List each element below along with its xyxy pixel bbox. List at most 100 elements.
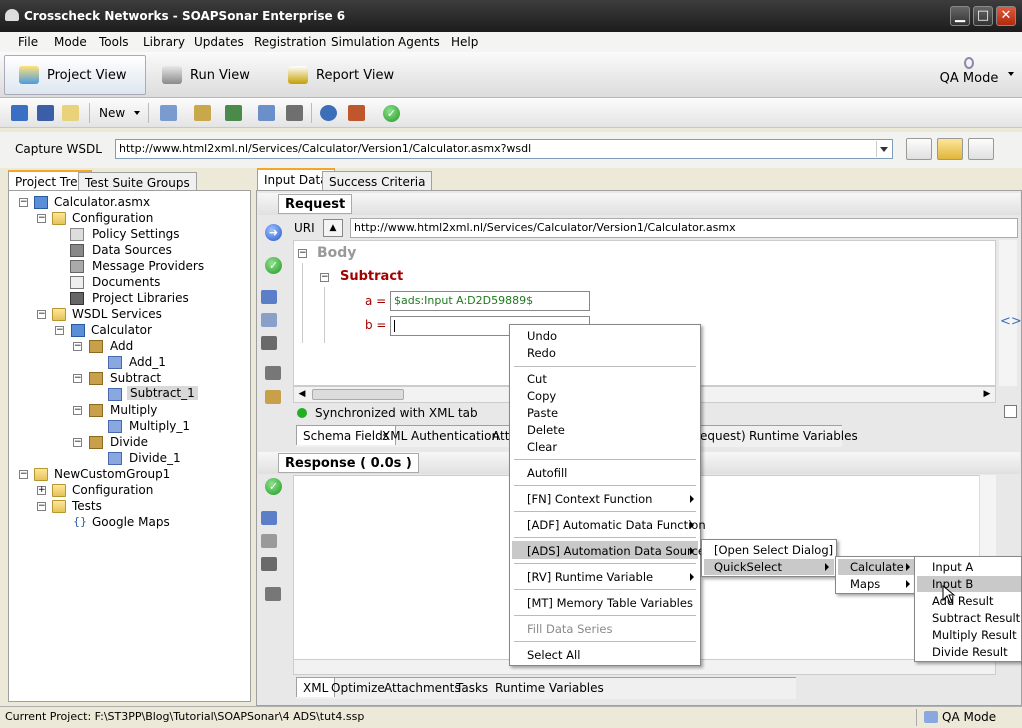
collapse-icon[interactable]: − — [298, 249, 307, 258]
menu-item-maps[interactable]: Maps — [850, 577, 880, 591]
collapse-icon[interactable]: − — [37, 310, 46, 319]
tree-item[interactable]: Calculator — [91, 323, 152, 337]
menu-item-open-select-dialog[interactable]: [Open Select Dialog] — [714, 543, 833, 557]
menu-item-paste[interactable]: Paste — [527, 406, 558, 420]
menu-item-undo[interactable]: Undo — [527, 329, 557, 343]
document-icon[interactable] — [261, 534, 277, 548]
save-icon[interactable] — [37, 105, 54, 121]
find-icon[interactable] — [62, 105, 79, 121]
function-icon[interactable] — [261, 336, 277, 350]
tree-item[interactable]: Documents — [92, 275, 160, 289]
window-icon[interactable] — [258, 105, 275, 121]
tab-xml[interactable]: XML — [382, 429, 407, 443]
sync-checkbox[interactable] — [1004, 405, 1017, 418]
collapse-icon[interactable]: − — [37, 214, 46, 223]
collapse-icon[interactable]: − — [19, 198, 28, 207]
menu-agents[interactable]: Agents — [398, 35, 440, 49]
open-folder-button[interactable] — [937, 138, 963, 160]
tree-item[interactable]: Policy Settings — [92, 227, 180, 241]
menu-item-input-a[interactable]: Input A — [932, 560, 973, 574]
tree-item[interactable]: Google Maps — [92, 515, 170, 529]
chevron-down-icon[interactable] — [134, 111, 140, 115]
collapse-icon[interactable]: − — [55, 326, 64, 335]
add-icon[interactable] — [261, 511, 277, 525]
tree-item[interactable]: Message Providers — [92, 259, 204, 273]
collapse-icon[interactable]: − — [73, 438, 82, 447]
check-icon[interactable]: ✓ — [265, 478, 282, 495]
tab-success-criteria[interactable]: Success Criteria — [322, 171, 433, 190]
menu-help[interactable]: Help — [451, 35, 478, 49]
table-icon[interactable] — [286, 105, 303, 121]
menu-file[interactable]: File — [18, 35, 38, 49]
edit-icon[interactable] — [261, 313, 277, 327]
comment-icon[interactable] — [265, 587, 281, 601]
tree-item[interactable]: Multiply — [110, 403, 157, 417]
collapse-icon[interactable]: − — [73, 406, 82, 415]
menu-item-automation-data-source[interactable]: [ADS] Automation Data Source — [527, 544, 705, 558]
menu-item-subtract-result[interactable]: Subtract Result — [932, 611, 1020, 625]
wizard-icon[interactable] — [265, 390, 281, 404]
run-view-button[interactable]: Run View — [148, 55, 268, 95]
tree-item[interactable]: Subtract — [110, 371, 161, 385]
collapse-icon[interactable]: − — [320, 273, 329, 282]
collapse-icon[interactable]: − — [37, 502, 46, 511]
menu-item-memory-table-variables[interactable]: [MT] Memory Table Variables — [527, 596, 693, 610]
scrollbar-thumb[interactable] — [312, 389, 404, 400]
add-icon[interactable] — [261, 290, 277, 304]
tab-authentication[interactable]: Authentication — [411, 429, 499, 443]
wizard-button[interactable] — [968, 138, 994, 160]
menu-item-redo[interactable]: Redo — [527, 346, 556, 360]
library-icon[interactable] — [194, 105, 211, 121]
tree-item[interactable]: Divide_1 — [129, 451, 181, 465]
menu-item-clear[interactable]: Clear — [527, 440, 557, 454]
menu-item-automatic-data-function[interactable]: [ADF] Automatic Data Function — [527, 518, 706, 532]
collapse-icon[interactable]: − — [19, 470, 28, 479]
close-button[interactable]: ✕ — [996, 6, 1016, 26]
collapse-icon[interactable]: − — [73, 342, 82, 351]
capture-button[interactable] — [906, 138, 932, 160]
tree-item[interactable]: Multiply_1 — [129, 419, 190, 433]
qa-mode-button[interactable]: QA Mode — [934, 57, 1004, 93]
menu-item-delete[interactable]: Delete — [527, 423, 565, 437]
menu-item-select-all[interactable]: Select All — [527, 648, 580, 662]
menu-item-multiply-result[interactable]: Multiply Result — [932, 628, 1017, 642]
menu-mode[interactable]: Mode — [54, 35, 87, 49]
maximize-button[interactable]: □ — [973, 6, 993, 26]
project-view-button[interactable]: Project View — [4, 55, 146, 95]
scroll-left-icon[interactable]: ◀ — [295, 388, 309, 401]
tab-attachments[interactable]: Att — [492, 429, 509, 443]
tab-schema-fields[interactable]: Schema Fields — [296, 425, 397, 445]
tree-item[interactable]: Divide — [110, 435, 148, 449]
tree-item[interactable]: Tests — [72, 499, 102, 513]
menu-tools[interactable]: Tools — [99, 35, 129, 49]
tab-optimize[interactable]: Optimize — [331, 681, 385, 695]
menu-library[interactable]: Library — [143, 35, 185, 49]
menu-item-quickselect[interactable]: QuickSelect — [714, 560, 782, 574]
function-icon[interactable] — [261, 557, 277, 571]
tree-item[interactable]: Configuration — [72, 211, 153, 225]
globe-icon[interactable] — [320, 105, 337, 121]
menu-updates[interactable]: Updates — [194, 35, 244, 49]
menu-item-calculate[interactable]: Calculate — [850, 560, 904, 574]
comment-icon[interactable] — [265, 366, 281, 380]
menu-item-divide-result[interactable]: Divide Result — [932, 645, 1008, 659]
sort-icon[interactable] — [225, 105, 242, 121]
tab-tasks[interactable]: Tasks — [456, 681, 488, 695]
uri-up-button[interactable]: ▲ — [323, 219, 343, 237]
tab-attachments[interactable]: Attachments — [384, 681, 461, 695]
validate-check-icon[interactable]: ✓ — [383, 105, 400, 122]
menu-simulation[interactable]: Simulation — [331, 35, 395, 49]
expand-icon[interactable]: + — [37, 486, 46, 495]
expand-panel-icon[interactable]: <> — [1000, 314, 1022, 329]
tree-item-selected[interactable]: Subtract_1 — [127, 386, 198, 400]
send-arrow-icon[interactable]: ➜ — [265, 224, 282, 241]
tree-item[interactable]: Project Libraries — [92, 291, 189, 305]
tab-test-suite-groups[interactable]: Test Suite Groups — [78, 172, 197, 190]
tree-item[interactable]: NewCustomGroup1 — [54, 467, 170, 481]
field-a-input[interactable]: $ads:Input A:D2D59889$ — [390, 291, 590, 311]
menu-item-autofill[interactable]: Autofill — [527, 466, 567, 480]
tab-runtime-variables[interactable]: Runtime Variables — [749, 429, 858, 443]
tree-item[interactable]: Configuration — [72, 483, 153, 497]
tree-item[interactable]: WSDL Services — [72, 307, 162, 321]
new-button[interactable]: New — [99, 106, 125, 120]
